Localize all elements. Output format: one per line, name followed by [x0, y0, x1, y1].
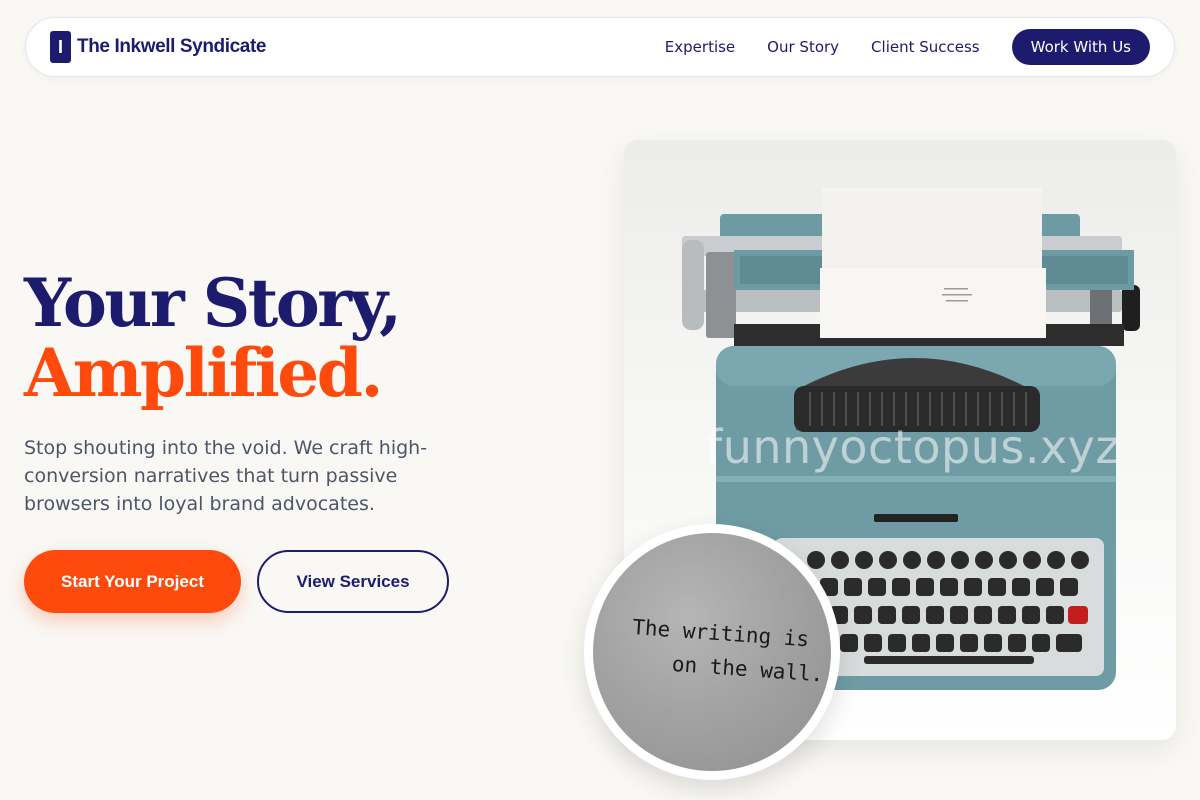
hero-title-line1: Your Story,	[24, 264, 402, 342]
hero-title-line2: Amplified.	[24, 334, 383, 412]
work-with-us-button[interactable]: Work With Us	[1011, 29, 1150, 65]
brand-logo[interactable]: I The Inkwell Syndicate	[50, 31, 266, 63]
nav-link-our-story[interactable]: Our Story	[767, 38, 839, 56]
navbar: I The Inkwell Syndicate Expertise Our St…	[25, 17, 1175, 77]
main-nav: Expertise Our Story Client Success Work …	[665, 29, 1150, 65]
hero-title: Your Story, Amplified.	[24, 264, 402, 412]
nav-link-expertise[interactable]: Expertise	[665, 38, 735, 56]
brand-name: The Inkwell Syndicate	[77, 36, 267, 57]
inset-wall-text: The writing is on the wall.	[629, 610, 831, 692]
view-services-button[interactable]: View Services	[257, 550, 449, 613]
watermark-text: funnyoctopus.xyz	[706, 420, 1121, 474]
inset-wall-texture: The writing is on the wall.	[593, 533, 831, 771]
brand-mark-icon: I	[50, 31, 71, 63]
nav-link-client-success[interactable]: Client Success	[871, 38, 980, 56]
start-project-button[interactable]: Start Your Project	[24, 550, 241, 613]
hero-subtitle: Stop shouting into the void. We craft hi…	[24, 437, 428, 515]
inset-wall-image: The writing is on the wall.	[584, 524, 840, 780]
